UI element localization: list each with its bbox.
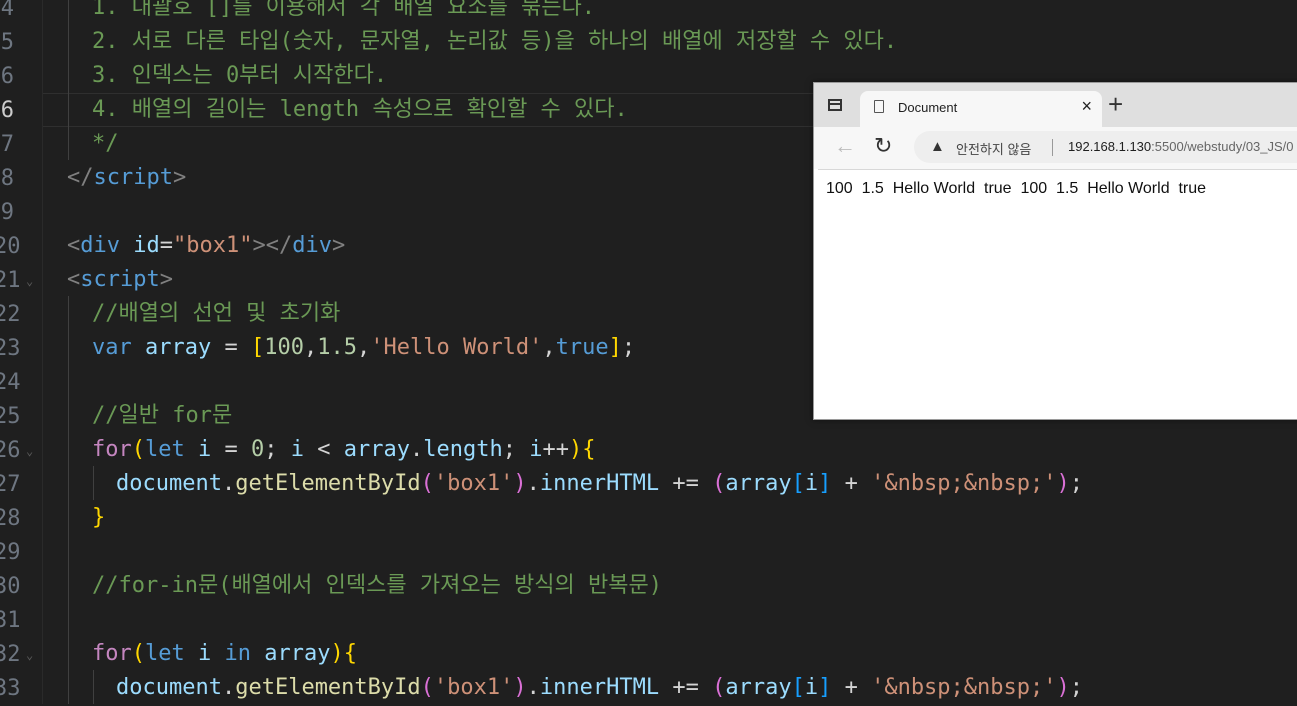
indent-guide [68,296,69,704]
code-line: <div id="box1"></div> [67,233,346,258]
line-number-gutter: 4 5 6 6 7 8 9 20 21 22 23 24 25 26 27 28… [0,0,42,704]
line-number: 31 [0,608,21,633]
close-icon[interactable]: × [1081,96,1092,117]
line-number: 24 [0,370,21,395]
browser-tab-document[interactable]: Document × [860,91,1102,127]
line-number: 28 [0,506,21,531]
line-number: 23 [0,336,21,361]
url-text[interactable]: 192.168.1.130:5500/webstudy/03_JS/0 [1068,139,1294,154]
line-number: 9 [0,200,14,225]
reload-icon[interactable]: ↻ [874,133,892,159]
code-line: <script> [67,267,173,292]
indent-guide [93,670,94,704]
security-status[interactable]: 안전하지 않음 [956,139,1031,158]
fold-chevron-icon[interactable]: ⌄ [26,264,33,298]
line-number: 7 [0,132,14,157]
line-number: 5 [0,30,14,55]
line-number: 27 [0,472,21,497]
document-icon [874,100,884,113]
code-line: */ [92,131,119,156]
tab-actions-icon[interactable] [828,99,842,111]
line-number: 30 [0,574,21,599]
fold-chevron-icon[interactable]: ⌄ [26,434,33,468]
address-bar[interactable]: ▲ 안전하지 않음 192.168.1.130:5500/webstudy/03… [914,131,1297,163]
code-line: 4. 배열의 길이는 length 속성으로 확인할 수 있다. [92,97,628,122]
fold-chevron-icon[interactable]: ⌄ [26,638,33,672]
line-number: 29 [0,540,21,565]
line-number: 21 [0,268,21,293]
code-line: for(let i = 0; i < array.length; i++){ [92,437,596,462]
box1-output: 100 1.5 Hello World true 100 1.5 Hello W… [826,180,1207,197]
line-number: 6 [0,64,14,89]
code-line: 2. 서로 다른 타입(숫자, 문자열, 논리값 등)을 하나의 배열에 저장할… [92,29,898,54]
code-line: 3. 인덱스는 0부터 시작한다. [92,63,388,88]
line-number: 25 [0,404,21,429]
line-number: 20 [0,234,21,259]
code-line: </script> [67,165,187,190]
browser-tab-strip: Document × + [814,83,1297,127]
page-viewport: 100 1.5 Hello World true 100 1.5 Hello W… [818,169,1297,418]
new-tab-button[interactable]: + [1108,89,1123,120]
line-number: 33 [0,676,21,701]
code-line: //배열의 선언 및 초기화 [92,301,341,326]
code-line: 1. 대괄호 []를 이용해서 각 배열 요소를 묶는다. [92,0,596,20]
browser-window[interactable]: Document × + ← ↻ ▲ 안전하지 않음 192.168.1.130… [813,82,1297,420]
line-number: 32 [0,642,21,667]
line-number-active: 6 [0,98,14,123]
code-line: //일반 for문 [92,403,233,428]
indent-guide [93,466,94,500]
code-line: for(let i in array){ [92,641,357,666]
back-arrow-icon[interactable]: ← [834,133,856,159]
browser-toolbar: ← ↻ ▲ 안전하지 않음 192.168.1.130:5500/webstud… [814,127,1297,169]
tab-title: Document [898,100,958,115]
code-line: //for-in문(배열에서 인덱스를 가져오는 방식의 반복문) [92,573,662,598]
address-divider [1052,139,1053,156]
code-line: document.getElementById('box1').innerHTM… [116,471,1084,496]
code-line: document.getElementById('box1').innerHTM… [116,675,1084,700]
indent-guide [68,0,69,160]
code-line: var array = [100,1.5,'Hello World',true]… [92,335,636,360]
line-number: 22 [0,302,21,327]
warning-icon[interactable]: ▲ [930,138,945,155]
line-number: 26 [0,438,21,463]
code-line: } [92,505,106,530]
line-number: 8 [0,166,14,191]
line-number: 4 [0,0,14,21]
